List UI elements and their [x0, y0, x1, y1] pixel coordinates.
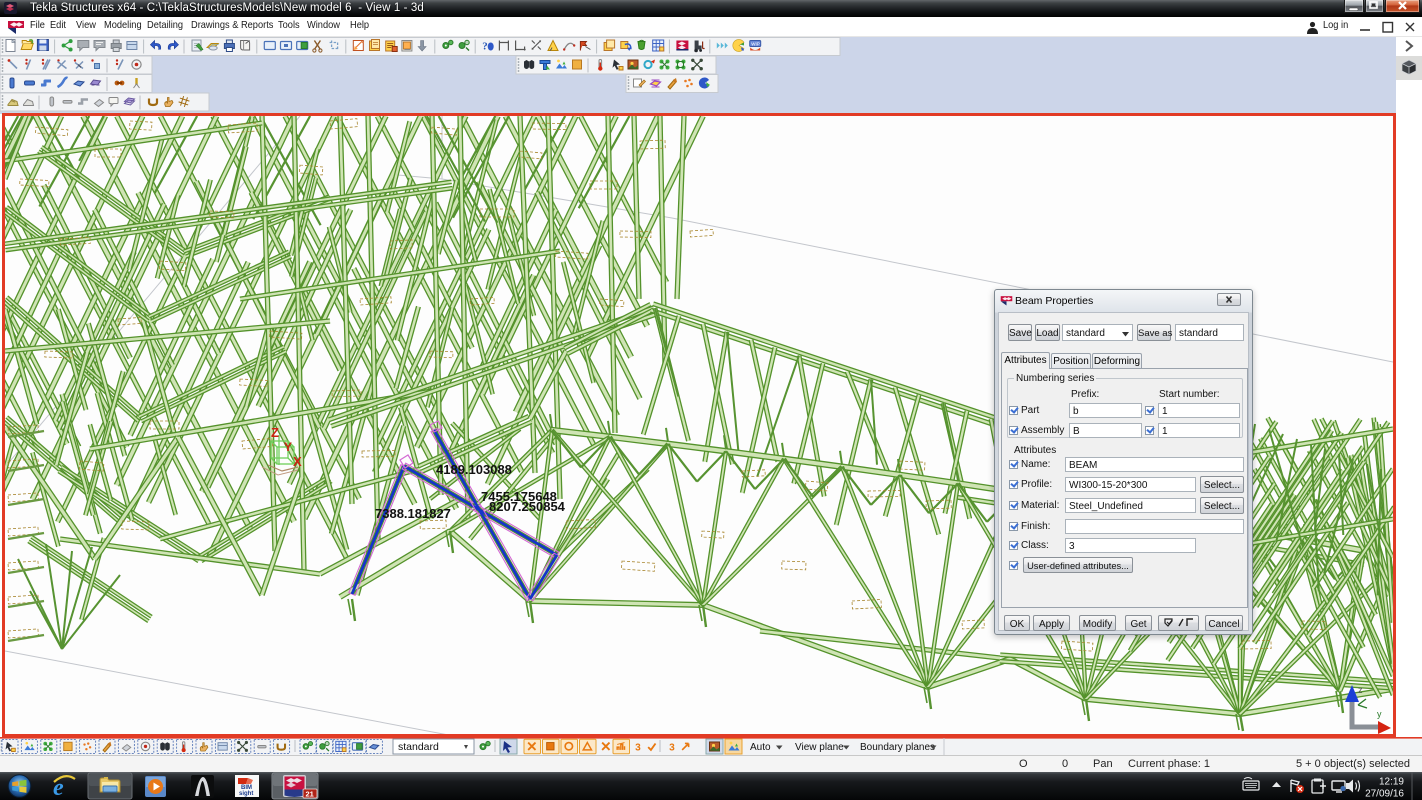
svg-text:27/09/16: 27/09/16	[1365, 789, 1404, 800]
svg-text:y: y	[1377, 709, 1382, 719]
svg-text:8207.250854: 8207.250854	[489, 499, 566, 514]
svg-text:X: X	[293, 454, 302, 469]
svg-text:standard: standard	[398, 741, 439, 753]
svg-text:sight: sight	[239, 791, 253, 797]
svg-text:z: z	[1358, 685, 1363, 695]
svg-text:Z: Z	[271, 425, 279, 440]
svg-text:Boundary planes: Boundary planes	[860, 742, 935, 753]
svg-text:View plane: View plane	[795, 742, 844, 753]
svg-text:WIP: WIP	[751, 42, 760, 47]
svg-text:21: 21	[306, 790, 314, 799]
svg-text:Y: Y	[284, 440, 292, 454]
svg-text:3: 3	[635, 742, 641, 753]
svg-text:3: 3	[669, 742, 675, 753]
svg-text:12:19: 12:19	[1379, 777, 1404, 788]
svg-text:7388.181827: 7388.181827	[375, 506, 451, 521]
svg-text:?: ?	[482, 41, 488, 53]
svg-text:4189.103088: 4189.103088	[436, 462, 512, 477]
svg-text:Auto: Auto	[750, 742, 771, 753]
